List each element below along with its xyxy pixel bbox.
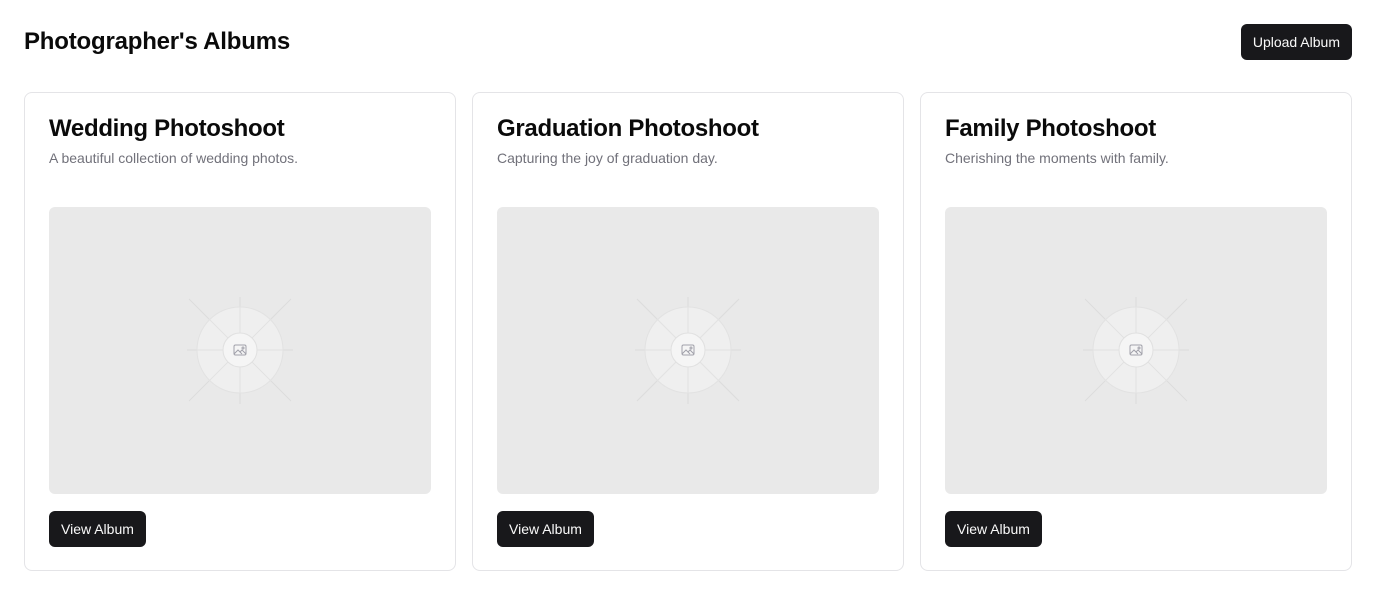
album-card: Family Photoshoot Cherishing the moments… (920, 92, 1352, 571)
album-cover-image (49, 207, 431, 494)
album-description: A beautiful collection of wedding photos… (49, 150, 299, 166)
card-footer: View Album (497, 511, 879, 547)
album-title: Family Photoshoot (945, 115, 1156, 142)
album-description: Cherishing the moments with family. (945, 150, 1169, 166)
page-title: Photographer's Albums (24, 28, 290, 55)
album-card: Wedding Photoshoot A beautiful collectio… (24, 92, 456, 571)
card-footer: View Album (49, 511, 431, 547)
upload-album-button[interactable]: Upload Album (1240, 24, 1352, 60)
album-title: Graduation Photoshoot (497, 115, 759, 142)
view-album-button[interactable]: View Album (497, 511, 594, 547)
image-placeholder-icon (635, 297, 741, 404)
album-description: Capturing the joy of graduation day. (497, 150, 718, 166)
album-cover-image (945, 207, 1327, 494)
card-footer: View Album (945, 511, 1327, 547)
image-placeholder-icon (1083, 297, 1189, 404)
album-card: Graduation Photoshoot Capturing the joy … (472, 92, 904, 571)
albums-page: Photographer's Albums Upload Album Weddi… (0, 0, 1376, 595)
album-grid: Wedding Photoshoot A beautiful collectio… (24, 92, 1352, 571)
view-album-button[interactable]: View Album (945, 511, 1042, 547)
image-placeholder-icon (187, 297, 293, 404)
page-header: Photographer's Albums Upload Album (24, 24, 1352, 60)
album-title: Wedding Photoshoot (49, 115, 285, 142)
album-cover-image (497, 207, 879, 494)
view-album-button[interactable]: View Album (49, 511, 146, 547)
